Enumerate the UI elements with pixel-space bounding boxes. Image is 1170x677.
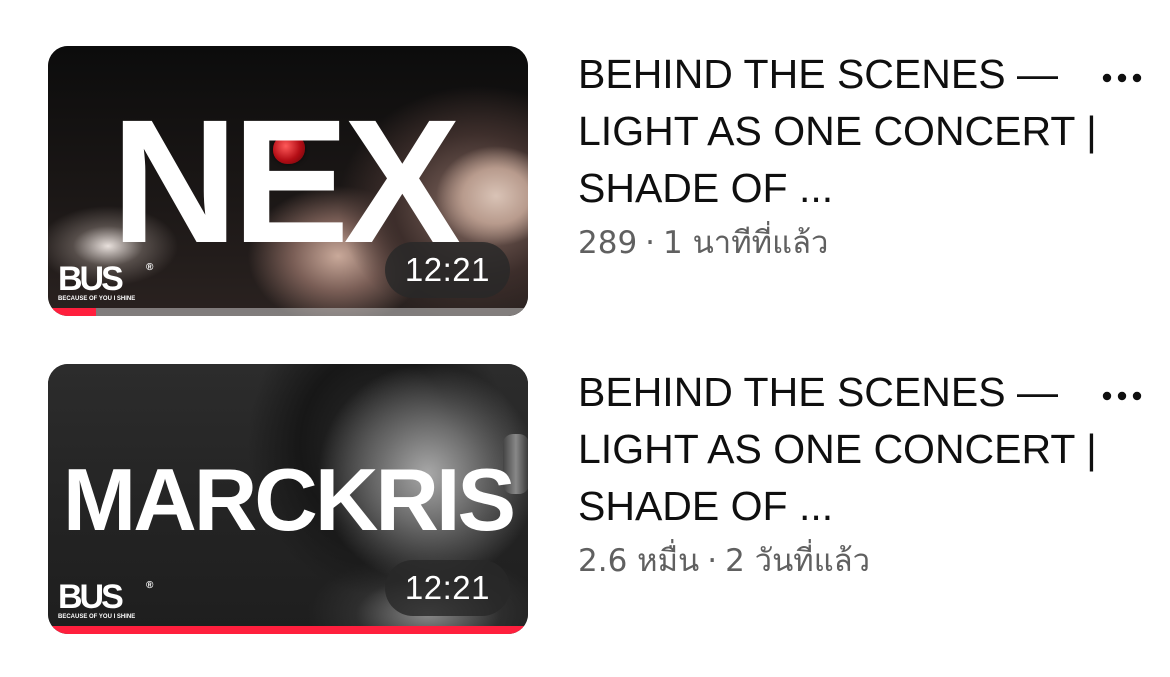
- channel-logo: BUS ® BECAUSE OF YOU I SHINE: [58, 580, 158, 624]
- duration-badge: 12:21: [384, 560, 510, 616]
- meta-separator: ·: [707, 543, 718, 579]
- video-info: BEHIND THE SCENES — LIGHT AS ONE CONCERT…: [578, 364, 1098, 583]
- logo-registered-mark: ®: [146, 262, 154, 273]
- video-metadata: 289 · 1 นาทีที่แล้ว: [578, 221, 1098, 265]
- video-info: BEHIND THE SCENES — LIGHT AS ONE CONCERT…: [578, 46, 1098, 265]
- video-thumbnail[interactable]: NEX BUS ® BECAUSE OF YOU I SHINE 12:21: [48, 46, 528, 316]
- logo-registered-mark: ®: [146, 580, 154, 591]
- upload-age: 2 วันที่แล้ว: [725, 543, 871, 579]
- more-options-button[interactable]: [1094, 368, 1150, 424]
- channel-logo: BUS ® BECAUSE OF YOU I SHINE: [58, 262, 158, 306]
- watch-progress-bar: [48, 308, 528, 316]
- duration-badge: 12:21: [384, 242, 510, 298]
- video-metadata: 2.6 หมื่น · 2 วันที่แล้ว: [578, 539, 1098, 583]
- more-options-button[interactable]: [1094, 50, 1150, 106]
- logo-tagline: BECAUSE OF YOU I SHINE: [58, 296, 136, 302]
- watch-progress-bar: [48, 626, 528, 634]
- logo-tagline: BECAUSE OF YOU I SHINE: [58, 614, 136, 620]
- more-vertical-icon: [1102, 391, 1142, 401]
- watch-progress-fill: [48, 626, 528, 634]
- video-list: NEX BUS ® BECAUSE OF YOU I SHINE 12:21 B…: [0, 0, 1170, 677]
- video-title[interactable]: BEHIND THE SCENES — LIGHT AS ONE CONCERT…: [578, 46, 1098, 217]
- view-count: 2.6 หมื่น: [578, 543, 700, 579]
- watch-progress-fill: [48, 308, 96, 316]
- video-thumbnail[interactable]: MARCKRIS BUS ® BECAUSE OF YOU I SHINE 12…: [48, 364, 528, 634]
- logo-mark: BUS: [58, 578, 124, 616]
- meta-separator: ·: [645, 225, 656, 261]
- more-vertical-icon: [1102, 73, 1142, 83]
- video-item[interactable]: MARCKRIS BUS ® BECAUSE OF YOU I SHINE 12…: [0, 364, 1170, 634]
- video-title[interactable]: BEHIND THE SCENES — LIGHT AS ONE CONCERT…: [578, 364, 1098, 535]
- view-count: 289: [578, 225, 638, 261]
- video-item[interactable]: NEX BUS ® BECAUSE OF YOU I SHINE 12:21 B…: [0, 46, 1170, 316]
- upload-age: 1 นาทีที่แล้ว: [663, 225, 829, 261]
- thumbnail-title-text: MARCKRIS: [62, 450, 516, 549]
- logo-mark: BUS: [58, 260, 124, 298]
